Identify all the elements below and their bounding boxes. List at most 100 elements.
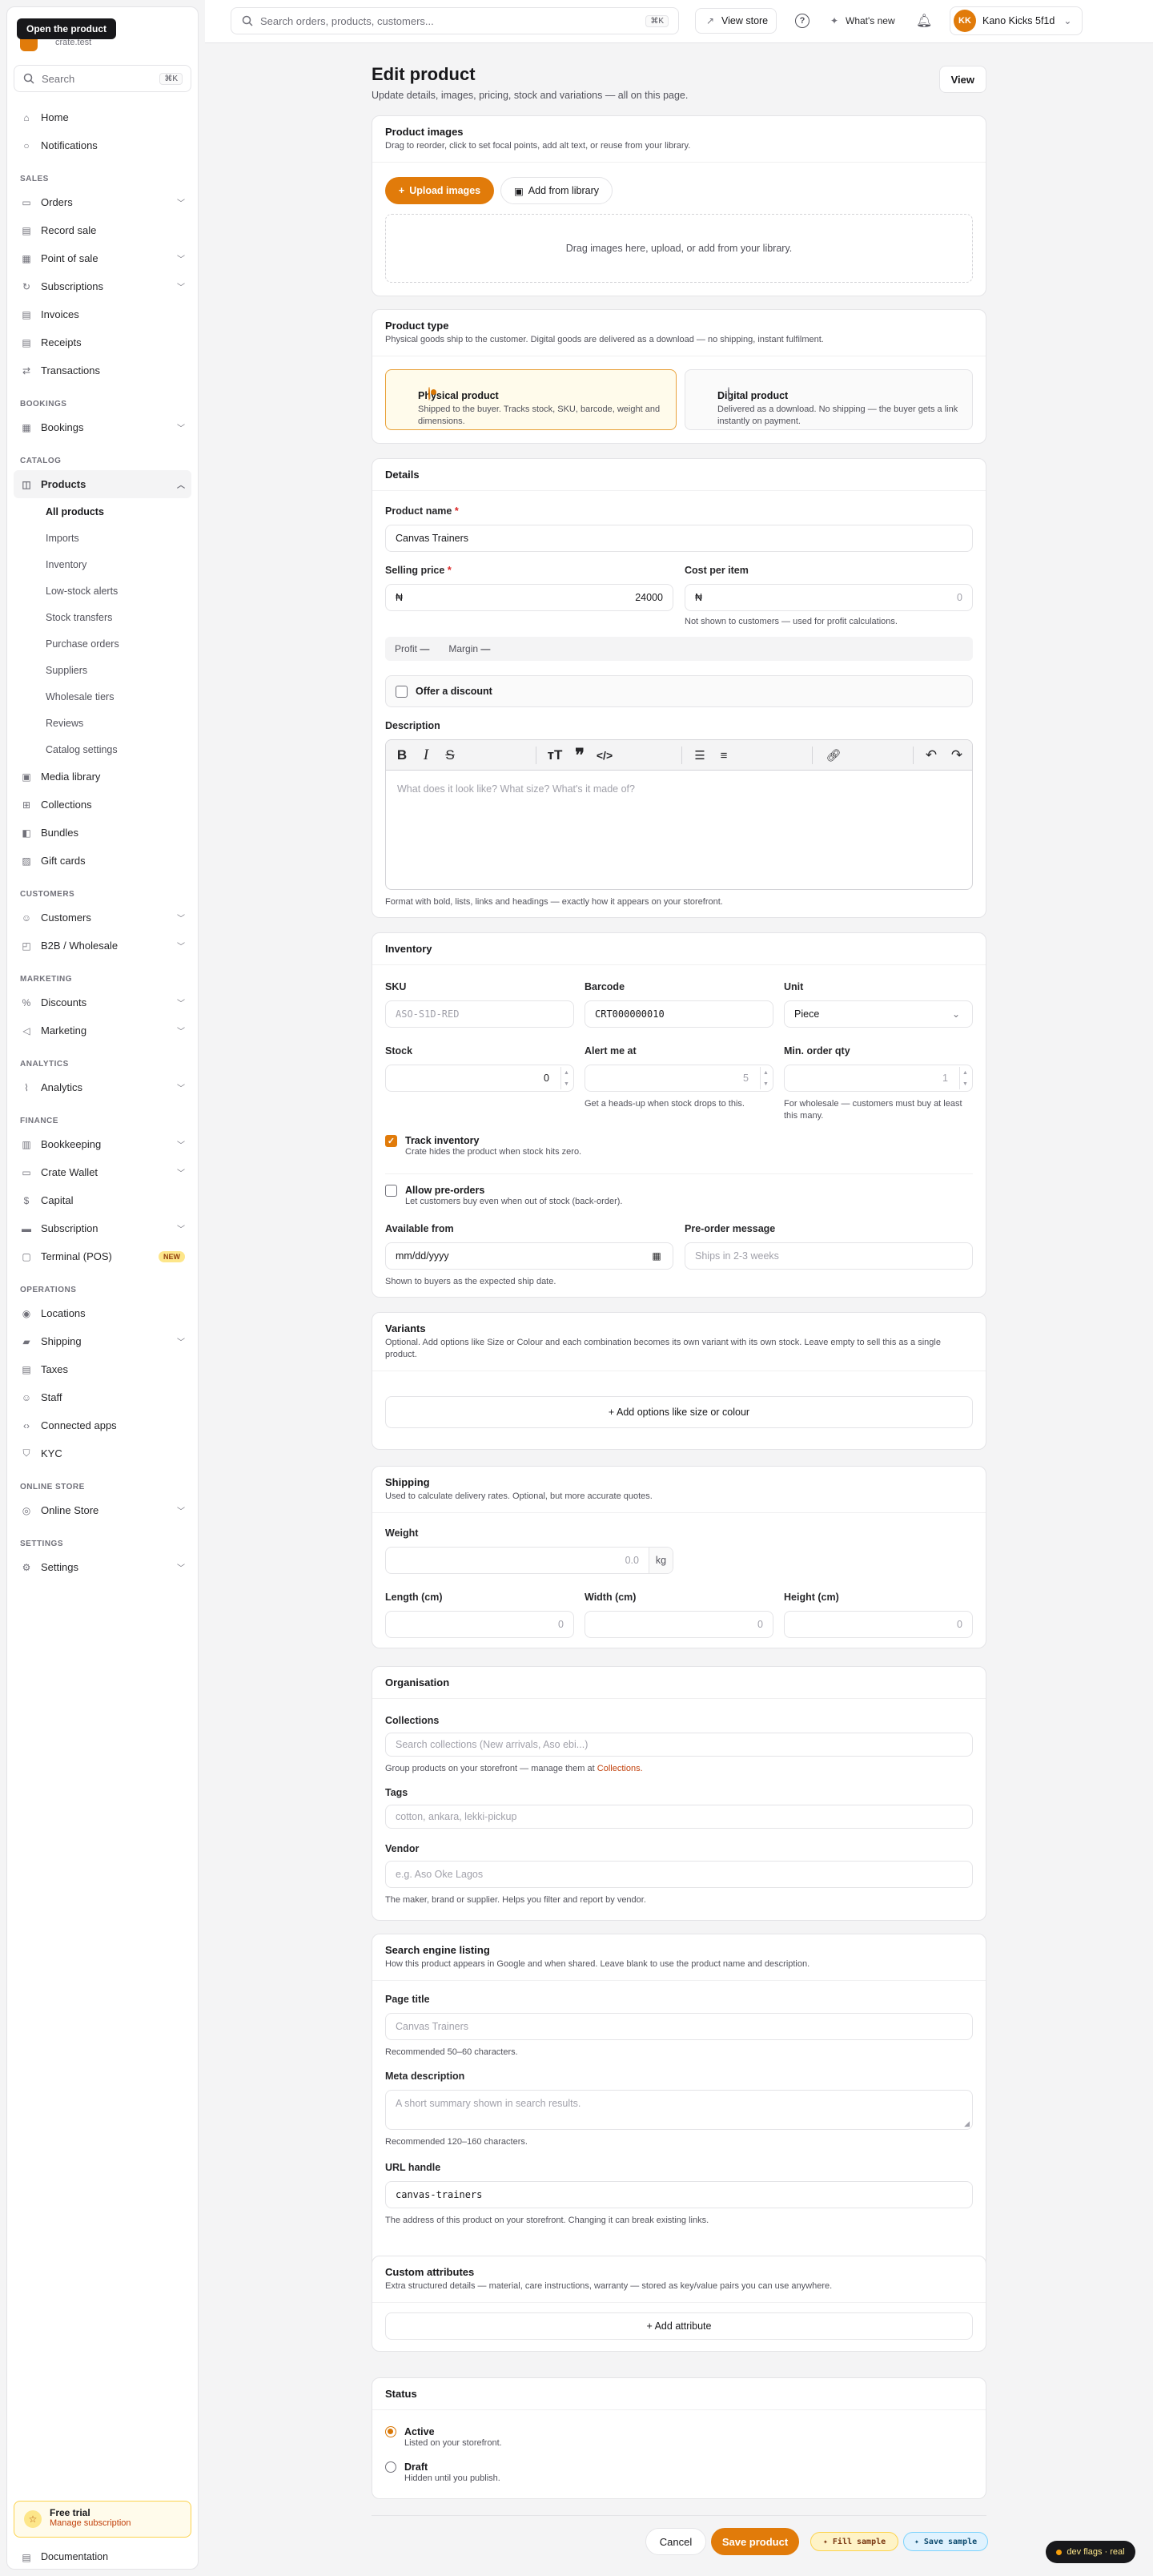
quote-icon[interactable]: ❞ [568, 740, 591, 771]
bold-icon[interactable]: B [391, 740, 413, 771]
sidebar-item-collections[interactable]: ⊞ Collections [14, 791, 191, 819]
add-options-button[interactable]: + Add options like size or colour [385, 1396, 973, 1428]
sidebar-item-taxes[interactable]: ▤ Taxes [14, 1355, 191, 1383]
sidebar-subitem-reviews[interactable]: Reviews [14, 710, 191, 736]
weight-input[interactable]: 0.0 kg [385, 1547, 673, 1574]
sku-input[interactable]: ASO-S1D-RED [385, 1000, 574, 1028]
chevron-down-icon[interactable]: ﹀ [177, 912, 185, 924]
offer-discount-toggle[interactable]: Offer a discount [385, 675, 973, 707]
resize-handle-icon[interactable]: ◢ [964, 2119, 970, 2128]
view-product-button[interactable]: View [938, 66, 986, 93]
chevron-down-icon[interactable]: ﹀ [177, 1222, 185, 1234]
sidebar-item-staff[interactable]: ☺ Staff [14, 1383, 191, 1411]
digital-radio[interactable] [728, 387, 729, 400]
chevron-down-icon[interactable]: ﹀ [177, 1081, 185, 1093]
view-store-button[interactable]: ↗ View store [695, 8, 777, 34]
description-editor[interactable]: B I S ᴛT ❞ </> ☰ ≡ 🔗︎ ↶ ↷ What does it l… [385, 739, 973, 890]
manage-subscription-link[interactable]: Manage subscription [50, 2518, 183, 2528]
sidebar-subitem-imports[interactable]: Imports [14, 525, 191, 551]
seo-page-title-input[interactable]: Canvas Trainers [385, 2013, 973, 2040]
allow-preorders-checkbox[interactable] [385, 1185, 397, 1197]
alert-input[interactable]: 5 ▲ ▼ [585, 1065, 773, 1092]
chevron-down-icon[interactable]: ﹀ [177, 996, 185, 1008]
sidebar-subitem-inventory[interactable]: Inventory [14, 551, 191, 578]
redo-icon[interactable]: ↷ [945, 740, 969, 771]
chevron-down-icon[interactable]: ﹀ [177, 1166, 185, 1178]
status-draft-radio[interactable] [385, 2461, 396, 2473]
allow-preorders-option[interactable]: Allow pre-orders Let customers buy even … [385, 1185, 622, 1208]
collections-link[interactable]: Collections. [597, 1764, 643, 1773]
chevron-down-icon[interactable]: ﹀ [177, 252, 185, 264]
sidebar-subitem-low-stock-alerts[interactable]: Low-stock alerts [14, 578, 191, 604]
collections-input[interactable]: Search collections (New arrivals, Aso eb… [385, 1733, 973, 1757]
sidebar-item-invoices[interactable]: ▤ Invoices [14, 300, 191, 328]
sidebar-subitem-wholesale-tiers[interactable]: Wholesale tiers [14, 683, 191, 710]
chevron-down-icon[interactable]: ﹀ [177, 1024, 185, 1036]
save-sample-button[interactable]: ✦ Save sample [903, 2532, 988, 2551]
chevron-down-icon[interactable]: ﹀ [177, 1138, 185, 1150]
sidebar-item-online-store[interactable]: ◎ Online Store ﹀ [14, 1496, 191, 1524]
global-search-input[interactable]: Search orders, products, customers... ⌘K [231, 7, 679, 34]
sidebar-item-subscription[interactable]: ▬ Subscription ﹀ [14, 1214, 191, 1242]
save-product-button[interactable]: Save product [711, 2528, 799, 2555]
sidebar-item-home[interactable]: ⌂ Home [14, 103, 191, 131]
sidebar-item-b2b-wholesale[interactable]: ◰ B2B / Wholesale ﹀ [14, 932, 191, 960]
offer-discount-checkbox[interactable] [396, 685, 408, 698]
sidebar-subitem-all-products[interactable]: All products [14, 498, 191, 525]
sidebar-item-gift-cards[interactable]: ▨ Gift cards [14, 847, 191, 875]
tags-input[interactable]: cotton, ankara, lekki-pickup [385, 1805, 973, 1829]
sidebar-item-subscriptions[interactable]: ↻ Subscriptions ﹀ [14, 272, 191, 300]
unit-select[interactable]: Piece ⌄ [784, 1000, 973, 1028]
digital-product-option[interactable]: Digital product Delivered as a download.… [685, 369, 973, 430]
sidebar-item-kyc[interactable]: ⛉ KYC [14, 1439, 191, 1467]
sidebar-search[interactable]: Search ⌘K [14, 65, 191, 92]
barcode-input[interactable]: CRT000000010 [585, 1000, 773, 1028]
chevron-down-icon[interactable]: ﹀ [177, 1561, 185, 1573]
sidebar-subitem-suppliers[interactable]: Suppliers [14, 657, 191, 683]
width-input[interactable]: 0 [585, 1611, 773, 1638]
sidebar-item-crate-wallet[interactable]: ▭ Crate Wallet ﹀ [14, 1158, 191, 1186]
sidebar-subitem-stock-transfers[interactable]: Stock transfers [14, 604, 191, 630]
store-switcher[interactable]: KK Kano Kicks 5f1d ⌄ [950, 6, 1083, 35]
sidebar-item-customers[interactable]: ☺ Customers ﹀ [14, 904, 191, 932]
stock-input[interactable]: 0 ▲ ▼ [385, 1065, 574, 1092]
height-input[interactable]: 0 [784, 1611, 973, 1638]
sidebar-item-products[interactable]: ◫ Products ︿ [14, 470, 191, 498]
add-attribute-button[interactable]: + Add attribute [385, 2312, 973, 2340]
meta-description-textarea[interactable]: A short summary shown in search results.… [385, 2090, 973, 2130]
chevron-down-icon[interactable]: ﹀ [177, 280, 185, 292]
documentation-link[interactable]: ▤ Documentation [20, 2551, 108, 2564]
add-from-library-button[interactable]: ▣ Add from library [500, 177, 613, 204]
sidebar-subitem-purchase-orders[interactable]: Purchase orders [14, 630, 191, 657]
heading-icon[interactable]: ᴛT [543, 740, 567, 771]
sidebar-item-point-of-sale[interactable]: ▦ Point of sale ﹀ [14, 244, 191, 272]
sidebar-item-connected-apps[interactable]: ‹› Connected apps [14, 1411, 191, 1439]
cost-per-item-input[interactable]: ₦ 0 [685, 584, 973, 611]
help-icon[interactable]: ? [795, 14, 810, 28]
upload-images-button[interactable]: + Upload images [385, 177, 494, 204]
sidebar-item-shipping[interactable]: ▰ Shipping ﹀ [14, 1327, 191, 1355]
whats-new-button[interactable]: ✦ What's new [828, 8, 895, 34]
sidebar-item-media-library[interactable]: ▣ Media library [14, 763, 191, 791]
cancel-button[interactable]: Cancel [645, 2528, 706, 2555]
sidebar-subitem-catalog-settings[interactable]: Catalog settings [14, 736, 191, 763]
chevron-down-icon[interactable]: ﹀ [177, 421, 185, 433]
chevron-down-icon[interactable]: ﹀ [177, 940, 185, 952]
sidebar-item-locations[interactable]: ◉ Locations [14, 1299, 191, 1327]
sidebar-item-discounts[interactable]: % Discounts ﹀ [14, 988, 191, 1016]
sidebar-item-record-sale[interactable]: ▤ Record sale [14, 216, 191, 244]
product-name-input[interactable]: Canvas Trainers [385, 525, 973, 552]
status-active-radio[interactable] [385, 2426, 396, 2437]
sidebar-item-bundles[interactable]: ◧ Bundles [14, 819, 191, 847]
sidebar-item-bookings[interactable]: ▦ Bookings ﹀ [14, 413, 191, 441]
sidebar-item-orders[interactable]: ▭ Orders ﹀ [14, 188, 191, 216]
physical-radio[interactable] [428, 387, 430, 400]
min-order-input[interactable]: 1 ▲ ▼ [784, 1065, 973, 1092]
dev-flags-pill[interactable]: dev flags · real [1046, 2541, 1135, 2563]
physical-product-option[interactable]: Physical product Shipped to the buyer. T… [385, 369, 677, 430]
track-inventory-option[interactable]: ✓ Track inventory Crate hides the produc… [385, 1135, 581, 1158]
italic-icon[interactable]: I [415, 740, 437, 771]
free-trial-card[interactable]: ☆ Free trial Manage subscription [14, 2501, 191, 2538]
chevron-down-icon[interactable]: ﹀ [177, 196, 185, 208]
sidebar-item-settings[interactable]: ⚙ Settings ﹀ [14, 1553, 191, 1581]
